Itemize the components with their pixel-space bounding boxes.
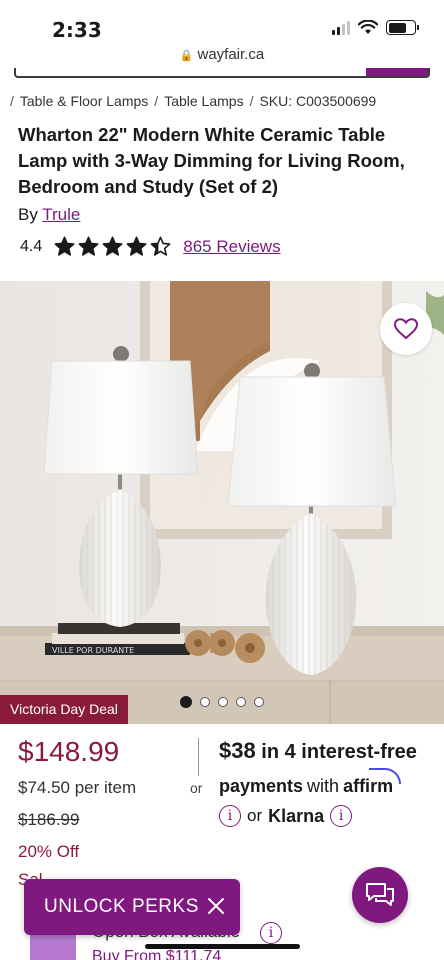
by-label: By — [18, 205, 38, 224]
installment-amount: $38 — [219, 738, 256, 763]
search-button[interactable] — [366, 68, 428, 76]
product-brand-line: By Trule — [18, 205, 80, 225]
with-text: with — [307, 776, 340, 796]
rating-row: 4.4 865 Reviews — [20, 236, 281, 257]
price-divider — [198, 738, 199, 776]
star-full-icon — [54, 236, 75, 256]
rating-value: 4.4 — [20, 237, 43, 255]
site-search-bar[interactable] — [14, 68, 430, 78]
financing-section: $38 in 4 interest-free payments with aff… — [219, 738, 441, 827]
sale-price: $148.99 — [18, 736, 120, 767]
affirm-logo: affirm — [343, 768, 402, 796]
carousel-dot[interactable] — [180, 696, 192, 708]
klarna-info-icon[interactable]: i — [330, 805, 353, 827]
carousel-dot[interactable] — [218, 697, 228, 707]
klarna-line: i or Klarna i — [219, 805, 441, 827]
open-box-link[interactable]: Buy From $111.74 — [92, 948, 221, 960]
breadcrumb: / Table & Floor Lamps / Table Lamps / SKU: C0… — [10, 93, 444, 109]
breadcrumb-item-table-lamps[interactable]: Table Lamps — [164, 93, 243, 109]
product-image-gallery[interactable]: VILLE POR DURANTE Victoria Day Deal — [0, 281, 444, 724]
book-spine-text: VILLE POR DURANTE — [52, 646, 134, 655]
lock-icon: 🔒 — [179, 50, 194, 62]
chat-icon — [366, 883, 394, 906]
favorite-button[interactable] — [380, 303, 432, 355]
per-item-price: $74.50 per item — [18, 778, 137, 797]
breadcrumb-sku: SKU: C003500699 — [259, 93, 377, 109]
breadcrumb-separator: / — [249, 93, 254, 109]
url-text: wayfair.ca — [197, 46, 265, 63]
open-box-info-icon[interactable]: i — [260, 922, 282, 944]
reviews-link[interactable]: 865 Reviews — [183, 237, 280, 257]
breadcrumb-item-table-floor-lamps[interactable]: Table & Floor Lamps — [20, 93, 148, 109]
carousel-dot[interactable] — [200, 697, 210, 707]
installment-text: in 4 interest-free — [261, 741, 417, 763]
star-full-icon — [126, 236, 147, 256]
payments-text: payments — [219, 776, 304, 796]
status-icons — [332, 20, 419, 35]
star-partial-icon — [150, 236, 171, 256]
star-full-icon — [102, 236, 123, 256]
klarna-logo: Klarna — [268, 805, 325, 826]
or-label: or — [190, 780, 203, 796]
original-price: $186.99 — [18, 810, 80, 829]
close-icon[interactable] — [206, 896, 226, 916]
rating-stars[interactable] — [54, 236, 171, 257]
signal-icon — [332, 20, 350, 35]
product-title: Wharton 22" Modern White Ceramic Table L… — [18, 124, 405, 197]
affirm-line: payments with affirm — [219, 768, 441, 797]
home-indicator — [145, 944, 300, 949]
status-bar: 2:33 — [0, 0, 444, 42]
browser-url-bar[interactable]: 🔒 wayfair.ca — [0, 46, 444, 63]
brand-link[interactable]: Trule — [42, 205, 80, 224]
breadcrumb-separator: / — [10, 93, 14, 109]
carousel-dot[interactable] — [236, 697, 246, 707]
affirm-installment: $38 in 4 interest-free — [219, 738, 441, 764]
wifi-icon — [358, 20, 378, 34]
affirm-info-icon[interactable]: i — [219, 805, 241, 827]
unlock-perks-banner[interactable]: UNLOCK PERKS — [24, 879, 240, 935]
chat-button[interactable] — [352, 867, 408, 923]
star-full-icon — [78, 236, 99, 256]
carousel-dots[interactable] — [180, 696, 264, 708]
battery-icon — [386, 20, 419, 35]
heart-icon — [394, 318, 418, 340]
unlock-perks-label: UNLOCK PERKS — [44, 896, 199, 917]
or-klarna-text: or — [247, 806, 263, 825]
carousel-dot[interactable] — [254, 697, 264, 707]
product-photo: VILLE POR DURANTE — [0, 281, 444, 724]
status-time: 2:33 — [52, 18, 102, 42]
breadcrumb-separator: / — [154, 93, 159, 109]
discount-label: 20% Off — [18, 842, 80, 861]
deal-badge: Victoria Day Deal — [0, 695, 128, 724]
price-section: $148.99 $74.50 per item $186.99 20% Off — [18, 736, 136, 862]
